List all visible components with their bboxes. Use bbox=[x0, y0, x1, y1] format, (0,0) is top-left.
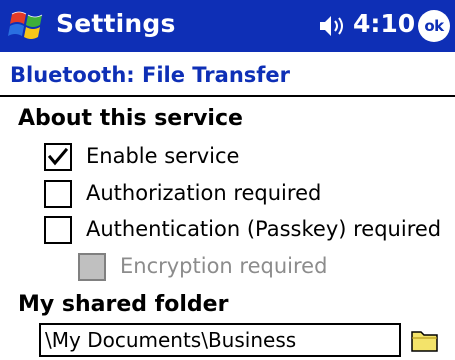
authorization-checkbox[interactable] bbox=[44, 180, 72, 208]
page-header: Bluetooth: File Transfer bbox=[0, 52, 455, 97]
about-section-heading: About this service bbox=[18, 106, 243, 131]
encryption-checkbox bbox=[78, 253, 106, 281]
enable-service-checkbox[interactable] bbox=[44, 143, 72, 171]
authorization-label[interactable]: Authorization required bbox=[86, 181, 321, 205]
clock[interactable]: 4:10 bbox=[353, 9, 415, 38]
speaker-icon[interactable] bbox=[318, 14, 348, 38]
authentication-label[interactable]: Authentication (Passkey) required bbox=[86, 217, 441, 241]
folder-icon[interactable] bbox=[410, 326, 440, 354]
shared-folder-value[interactable]: \My Documents\Business bbox=[45, 328, 296, 352]
encryption-label: Encryption required bbox=[120, 254, 328, 278]
authentication-checkbox[interactable] bbox=[44, 216, 72, 244]
checkmark-icon bbox=[48, 147, 68, 166]
page-title: Bluetooth: File Transfer bbox=[10, 63, 291, 87]
title-bar: Settings 4:10 ok bbox=[0, 0, 455, 52]
app-title: Settings bbox=[56, 9, 176, 38]
authentication-option[interactable]: Authentication (Passkey) required bbox=[44, 216, 444, 250]
windows-start-icon[interactable] bbox=[8, 8, 48, 44]
enable-service-option[interactable]: Enable service bbox=[44, 143, 424, 177]
encryption-option: Encryption required bbox=[78, 253, 408, 287]
shared-folder-heading: My shared folder bbox=[18, 292, 229, 317]
shared-folder-field[interactable]: \My Documents\Business bbox=[39, 323, 401, 357]
authorization-option[interactable]: Authorization required bbox=[44, 180, 424, 214]
enable-service-label[interactable]: Enable service bbox=[86, 144, 239, 168]
ok-button[interactable]: ok bbox=[418, 10, 450, 42]
